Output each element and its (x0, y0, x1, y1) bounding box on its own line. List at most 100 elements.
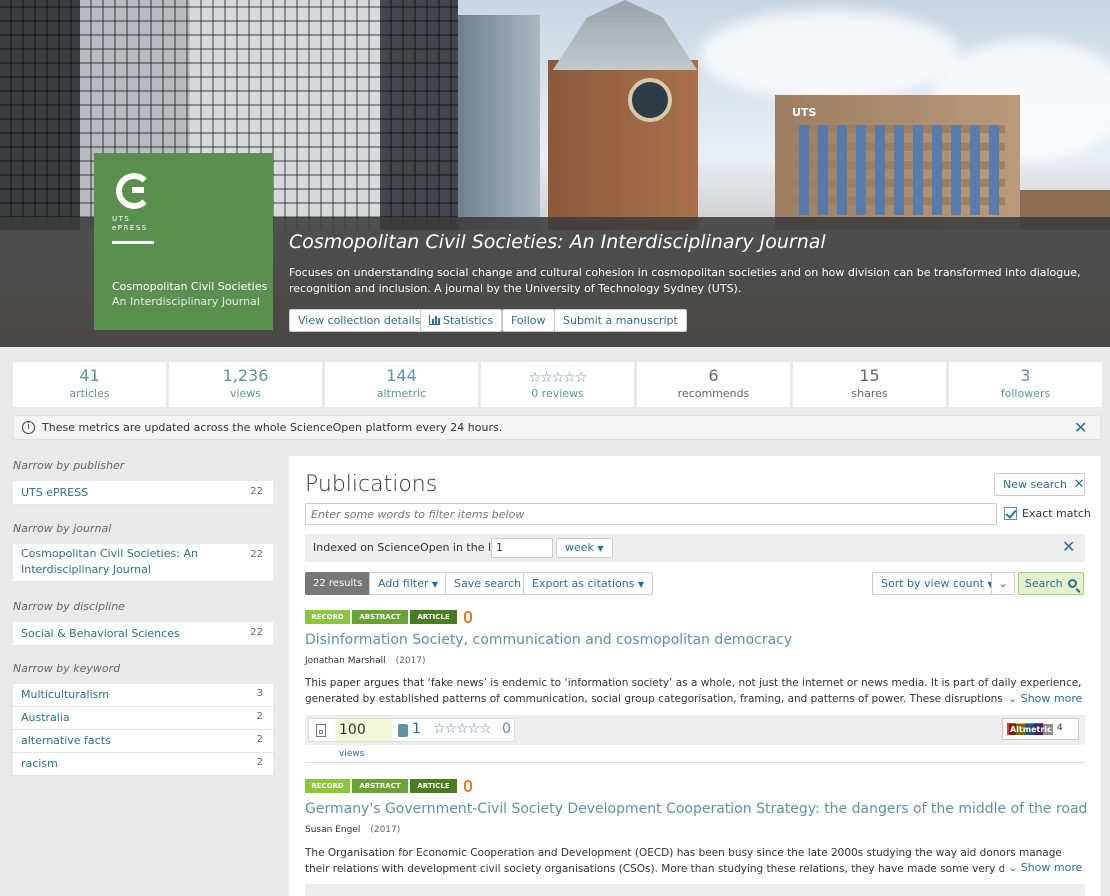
altmetric-score: 4 (1057, 723, 1063, 733)
submit-manuscript-button[interactable]: Submit a manuscript (554, 309, 687, 332)
stat-altmetric: 144 altmetric (325, 362, 478, 407)
show-more-link[interactable]: ⌄ Show more (1004, 692, 1083, 705)
metrics-info-text: These metrics are updated across the who… (42, 421, 503, 434)
views-label: views (339, 749, 365, 759)
exact-match-checkbox[interactable] (1004, 507, 1017, 520)
altmetric-badge[interactable]: Altmetric 4 (1002, 718, 1079, 740)
sidebar-item-count: 2 (256, 711, 263, 722)
stat-recommends: 6 recommends (637, 362, 790, 407)
save-search-button[interactable]: Save search (445, 572, 531, 595)
stat-label: altmetric (376, 387, 427, 400)
publications-panel: Publications New search ✕ Exact match In… (289, 456, 1101, 896)
article-author-link[interactable]: Susan Engel (305, 825, 360, 835)
article-tag: ARTICLE (410, 610, 457, 624)
stat-value: 144 (386, 366, 417, 385)
narrow-by-discipline-heading: Narrow by discipline (13, 600, 125, 613)
caret-down-icon: ▼ (637, 580, 645, 589)
filter-input[interactable] (305, 503, 997, 525)
show-more-link[interactable]: ⌄ Show more (1004, 861, 1083, 874)
article-divider (305, 762, 1085, 763)
logo-press-line1: UTS (112, 215, 131, 223)
sidebar-item-keyword[interactable]: Multiculturalism 3 (13, 684, 273, 707)
sidebar-item-count: 22 (250, 549, 263, 560)
chevron-down-icon: ⌄ (998, 577, 1008, 590)
sidebar-item-label: Cosmopolitan Civil Societies: An Interdi… (21, 547, 198, 576)
search-button[interactable]: Search (1018, 572, 1084, 595)
abstract-tag: ABSTRACT (352, 610, 408, 624)
sort-dropdown[interactable]: Sort by view count ▼ (872, 572, 1003, 595)
caret-down-icon: ▼ (431, 580, 439, 589)
stat-value: 15 (859, 366, 880, 385)
article-abstract: This paper argues that ‘fake news’ is en… (305, 677, 1082, 705)
period-unit-label: week (565, 541, 594, 554)
follow-button[interactable]: Follow (502, 309, 555, 332)
journal-logo: UTS ePRESS Cosmopolitan Civil Societies … (94, 153, 273, 330)
close-icon[interactable]: ✕ (1074, 420, 1087, 436)
chevron-down-icon: ⌄ (1008, 692, 1018, 705)
logo-c-mark-bar (132, 187, 144, 193)
narrow-by-publisher-heading: Narrow by publisher (13, 459, 125, 472)
stat-label: views (229, 387, 262, 400)
new-search-label: New search (1003, 478, 1068, 491)
view-collection-details-button[interactable]: View collection details (289, 309, 430, 332)
banner-tower-window (628, 78, 672, 122)
article-tag: ARTICLE (410, 779, 457, 793)
stat-label: recommends (677, 387, 750, 400)
close-icon: ✕ (1073, 477, 1085, 492)
altmetric-label: Altmetric (1009, 724, 1053, 735)
logo-divider (112, 241, 154, 244)
sidebar-item-count: 22 (250, 486, 263, 497)
metrics-info-bar: i These metrics are updated across the w… (13, 415, 1101, 440)
logo-subtitle: An Interdisciplinary Journal (112, 295, 260, 308)
sidebar-item-discipline[interactable]: Social & Behavioral Sciences 22 (13, 622, 273, 646)
sidebar-item-label: Australia (21, 711, 70, 724)
article-author-link[interactable]: Jonathan Marshall (305, 656, 386, 666)
caret-down-icon: ▼ (597, 544, 604, 553)
stat-reviews[interactable]: ☆☆☆☆☆ 0 reviews (481, 362, 634, 407)
export-label: Export as citations (532, 577, 635, 590)
stat-label: 0 reviews (531, 387, 584, 400)
abstract-tag: ABSTRACT (352, 779, 408, 793)
stat-value: 1,236 (222, 366, 269, 385)
open-access-icon (464, 611, 472, 623)
banner-cloud (700, 10, 960, 100)
indexed-filter-bar: Indexed on ScienceOpen in the last 1 wee… (305, 534, 1085, 562)
article-title-link[interactable]: Germany's Government-Civil Society Devel… (305, 801, 1087, 817)
sidebar-item-keyword[interactable]: racism 2 (13, 753, 273, 776)
statistics-button[interactable]: Statistics (420, 309, 503, 332)
add-filter-button[interactable]: Add filter ▼ (369, 572, 448, 595)
stat-articles[interactable]: 41 articles (13, 362, 166, 407)
show-more-label: Show more (1020, 861, 1083, 874)
banner-clock-tower (548, 60, 698, 230)
new-search-button[interactable]: New search ✕ (994, 473, 1085, 496)
period-unit-dropdown[interactable]: week ▼ (556, 538, 613, 558)
stat-label: followers (1000, 387, 1051, 400)
record-tag: RECORD (305, 779, 350, 793)
banner-building (0, 0, 80, 230)
stat-value: 3 (1020, 366, 1031, 385)
sidebar-item-count: 2 (256, 734, 263, 745)
sidebar-item-count: 22 (250, 627, 263, 638)
article-title-link[interactable]: Disinformation Society, communication an… (305, 632, 792, 648)
close-icon[interactable]: ✕ (1062, 539, 1075, 555)
sort-direction-button[interactable]: ⌄ (991, 572, 1015, 595)
stat-followers[interactable]: 3 followers (949, 362, 1102, 407)
article-metrics-bar (305, 884, 1085, 896)
sidebar-item-keyword[interactable]: alternative facts 2 (13, 730, 273, 753)
sidebar-item-publisher[interactable]: UTS ePRESS 22 (13, 481, 273, 505)
export-citations-button[interactable]: Export as citations ▼ (523, 572, 654, 595)
results-count-badge: 22 results (305, 572, 371, 595)
sidebar-item-journal[interactable]: Cosmopolitan Civil Societies: An Interdi… (13, 544, 273, 582)
journal-description: Focuses on understanding social change a… (289, 266, 1081, 295)
sidebar-item-label: UTS ePRESS (21, 486, 89, 499)
journal-title: Cosmopolitan Civil Societies: An Interdi… (289, 231, 826, 253)
article-year: (2017) (395, 656, 426, 666)
narrow-by-journal-heading: Narrow by journal (13, 522, 112, 535)
indexed-period-input[interactable]: 1 (491, 538, 553, 558)
article-metrics-bar: 100 views 1 ☆☆☆☆☆ 0 Altmetric 4 (305, 715, 1085, 759)
stat-views: 1,236 views (169, 362, 322, 407)
article-meta: Jonathan Marshall (2017) (305, 656, 426, 666)
rating-stars-icon[interactable]: ☆☆☆☆☆ (433, 721, 492, 737)
sidebar-item-keyword[interactable]: Australia 2 (13, 707, 273, 730)
bookmark-icon[interactable] (398, 724, 408, 737)
